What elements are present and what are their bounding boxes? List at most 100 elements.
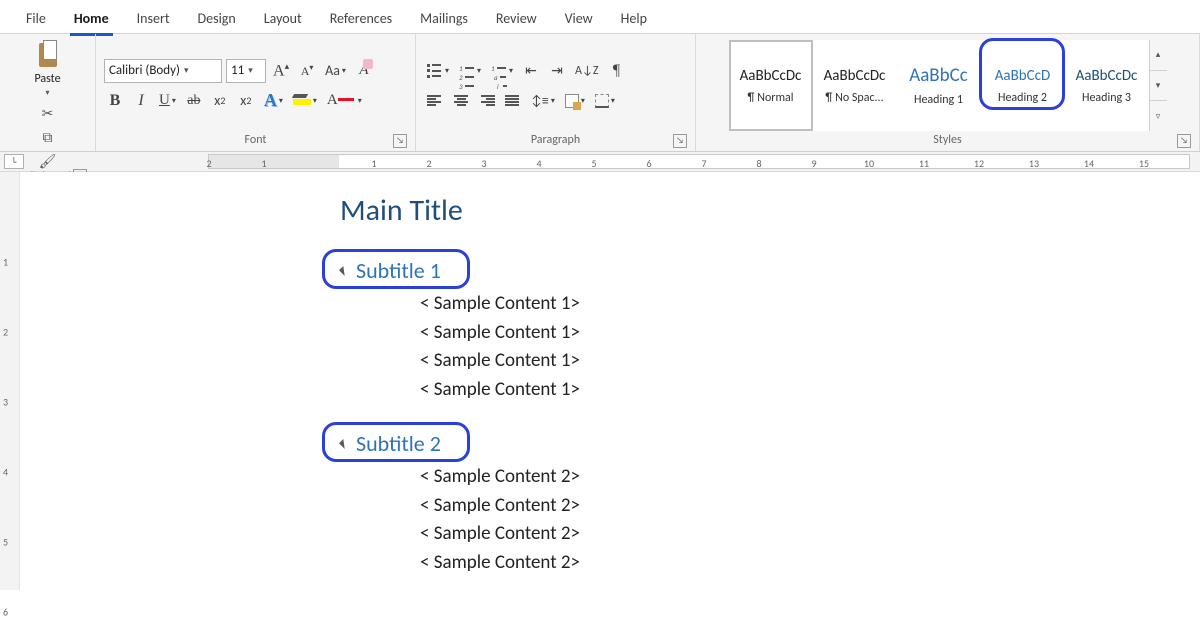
doc-body-line[interactable]: < Sample Content 1> [420,290,1050,319]
italic-button[interactable]: I [130,89,152,113]
heading-row[interactable]: Subtitle 1 [340,257,1050,284]
page-viewport[interactable]: Main TitleSubtitle 1< Sample Content 1><… [20,172,1200,590]
tab-review[interactable]: Review [482,4,551,33]
style-preview: AaBbCcDc [824,67,886,85]
style--normal[interactable]: AaBbCcDc¶ Normal [729,40,813,131]
ruler-tick: 6 [646,157,651,170]
font-color-button[interactable]: A▾ [324,89,365,113]
superscript-button[interactable]: x2 [235,89,257,113]
clear-formatting-button[interactable]: A [353,59,375,83]
menu-tabs: FileHomeInsertDesignLayoutReferencesMail… [0,0,1200,34]
tab-layout[interactable]: Layout [250,4,316,33]
shading-button[interactable]: ▾ [562,89,588,113]
style-name: Heading 2 [998,91,1047,105]
collapse-triangle-icon[interactable] [339,266,349,276]
underline-button[interactable]: U▾ [156,89,179,113]
justify-button[interactable] [502,89,524,113]
paste-icon [35,40,61,70]
doc-body-line[interactable]: < Sample Content 2> [420,520,1050,549]
doc-body-line[interactable]: < Sample Content 2> [420,549,1050,578]
paste-button[interactable]: Paste ▾ [28,40,68,98]
numbering-button[interactable]: 123▾ [456,59,484,83]
multilevel-list-button[interactable]: 1ai▾ [488,59,516,83]
doc-body-line[interactable]: < Sample Content 1> [420,347,1050,376]
tab-mailings[interactable]: Mailings [406,4,482,33]
group-clipboard: Paste ▾ ✂ ⧉ 🖌 Clipboard↘ [0,34,96,151]
style-name: ¶ No Spac... [825,91,883,105]
page[interactable]: Main TitleSubtitle 1< Sample Content 1><… [220,172,1100,590]
font-size-combo[interactable]: 11▾ [226,59,266,83]
text-effects-button[interactable]: A▾ [261,89,286,113]
strikethrough-button[interactable]: ab [183,89,205,113]
styles-scroll-down[interactable]: ▾ [1150,71,1167,102]
style-preview: AaBbCc [909,64,968,87]
format-painter-icon[interactable]: 🖌 [39,152,57,170]
document-area: 123456 Main TitleSubtitle 1< Sample Cont… [0,172,1200,590]
sort-button[interactable]: A↓Z [572,59,601,83]
styles-expand[interactable]: ▿ [1150,101,1167,131]
vruler-tick: 2 [3,326,8,339]
vruler-tick: 4 [3,466,8,479]
doc-heading-2[interactable]: Subtitle 1 [356,257,441,284]
style-name: Heading 3 [1082,91,1131,105]
tab-file[interactable]: File [12,4,60,33]
vruler-tick: 6 [3,606,8,619]
tab-view[interactable]: View [551,4,607,33]
increase-indent-button[interactable]: ⇥ [546,59,568,83]
style-heading-3[interactable]: AaBbCcDc Heading 3 [1065,40,1149,131]
style-heading-2[interactable]: AaBbCcDHeading 2 [981,40,1065,131]
styles-launcher-icon[interactable]: ↘ [1177,134,1191,148]
doc-body-line[interactable]: < Sample Content 2> [420,463,1050,492]
align-center-button[interactable] [450,89,472,113]
grow-font-button[interactable]: A▴ [270,59,292,83]
styles-group-label: Styles [933,133,961,147]
group-styles: AaBbCcDc¶ NormalAaBbCcDc¶ No Spac...AaBb… [696,34,1200,151]
cut-icon[interactable]: ✂ [39,104,57,122]
align-right-button[interactable] [476,89,498,113]
doc-heading-2[interactable]: Subtitle 2 [356,430,441,457]
ruler-tick: 11 [919,157,929,170]
tab-design[interactable]: Design [184,4,250,33]
highlight-button[interactable]: ▾ [290,89,320,113]
copy-icon[interactable]: ⧉ [39,128,57,146]
align-left-button[interactable] [424,89,446,113]
font-family-combo[interactable]: Calibri (Body)▾ [104,59,222,83]
paragraph-launcher-icon[interactable]: ↘ [673,134,687,148]
tab-references[interactable]: References [316,4,406,33]
shrink-font-button[interactable]: A▾ [296,59,318,83]
styles-scroll-up[interactable]: ▴ [1150,40,1167,71]
borders-button[interactable]: ▾ [592,89,618,113]
style--no-spac-[interactable]: AaBbCcDc ¶ No Spac... [813,40,897,131]
doc-body-line[interactable]: < Sample Content 2> [420,492,1050,521]
tab-insert[interactable]: Insert [123,4,184,33]
style-heading-1[interactable]: AaBbCcHeading 1 [897,40,981,131]
show-marks-button[interactable]: ¶ [605,59,627,83]
group-paragraph: ▾ 123▾ 1ai▾ ⇤ ⇥ A↓Z ¶ ↕≡▾ ▾ ▾ Paragraph↘ [416,34,696,151]
ribbon: Paste ▾ ✂ ⧉ 🖌 Clipboard↘ Calibri (Body)▾… [0,34,1200,152]
doc-title[interactable]: Main Title [340,192,1050,229]
font-group-label: Font [245,133,267,147]
change-case-button[interactable]: Aa▾ [322,59,349,83]
doc-body-line[interactable]: < Sample Content 1> [420,319,1050,348]
bold-button[interactable]: B [104,89,126,113]
ruler-tick: 10 [864,157,874,170]
line-spacing-button[interactable]: ↕≡▾ [528,89,558,113]
tab-home[interactable]: Home [60,4,123,33]
font-launcher-icon[interactable]: ↘ [393,134,407,148]
decrease-indent-button[interactable]: ⇤ [520,59,542,83]
subscript-button[interactable]: x2 [209,89,231,113]
collapse-triangle-icon[interactable] [339,439,349,449]
style-preview: AaBbCcDc [1076,67,1138,85]
ruler-tick: 3 [481,157,486,170]
doc-body-line[interactable]: < Sample Content 1> [420,376,1050,405]
horizontal-ruler: └ 21123456789101112131415 [0,152,1200,172]
doc-section: Subtitle 1< Sample Content 1>< Sample Co… [340,257,1050,404]
doc-section: Subtitle 2< Sample Content 2>< Sample Co… [340,430,1050,577]
ruler-tick: 13 [1029,157,1039,170]
tab-help[interactable]: Help [607,4,661,33]
bullets-button[interactable]: ▾ [424,59,452,83]
vruler-tick: 3 [3,396,8,409]
heading-row[interactable]: Subtitle 2 [340,430,1050,457]
group-font: Calibri (Body)▾ 11▾ A▴ A▾ Aa▾ A B I U▾ a… [96,34,416,151]
ruler-tick: 15 [1139,157,1149,170]
